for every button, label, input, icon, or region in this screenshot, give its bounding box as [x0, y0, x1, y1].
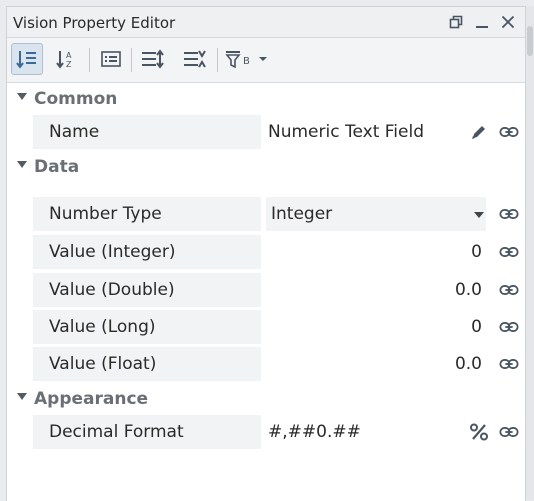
filter-button[interactable]: B: [221, 43, 253, 75]
svg-text:Z: Z: [66, 60, 72, 69]
category-appearance[interactable]: Appearance: [7, 383, 525, 415]
property-name: Decimal Format: [33, 415, 261, 449]
value-float-field[interactable]: 0.0: [266, 347, 486, 381]
decimal-format-field[interactable]: #,##0.##: [266, 415, 486, 449]
percent-icon[interactable]: [469, 423, 489, 441]
sort-az-icon: A Z: [56, 51, 72, 69]
category-label: Data: [34, 157, 80, 177]
sort-category-icon: [16, 51, 36, 69]
property-name: Name: [33, 115, 261, 149]
link-binding-icon[interactable]: [499, 123, 519, 141]
show-description-button[interactable]: [95, 43, 127, 75]
category-data[interactable]: Data: [7, 151, 525, 183]
value-double-field[interactable]: 0.0: [266, 273, 486, 307]
link-binding-icon[interactable]: [499, 281, 519, 299]
property-row-value-double: Value (Double) 0.0: [33, 273, 525, 307]
property-name: Value (Float): [33, 347, 261, 381]
close-icon[interactable]: [499, 13, 517, 31]
category-label: Common: [34, 89, 118, 109]
minimize-icon[interactable]: [473, 13, 491, 31]
category-common[interactable]: Common: [7, 83, 525, 115]
property-row-value-float: Value (Float) 0.0: [33, 347, 525, 381]
property-name: Value (Integer): [33, 235, 261, 269]
vertical-scrollbar[interactable]: [526, 6, 534, 500]
window-title: Vision Property Editor: [13, 14, 176, 32]
collapse-all-button[interactable]: [179, 43, 211, 75]
filter-dropdown-button[interactable]: [253, 43, 273, 75]
svg-text:A: A: [66, 51, 72, 60]
property-row-decimal-format: Decimal Format #,##0.##: [33, 415, 525, 449]
link-binding-icon[interactable]: [499, 423, 519, 441]
property-name: Value (Double): [33, 273, 261, 307]
expand-arrow-icon[interactable]: [17, 161, 27, 168]
property-row-value-integer: Value (Integer) 0: [33, 235, 525, 269]
property-row-number-type: Number Type Integer: [33, 197, 525, 231]
expand-arrow-icon[interactable]: [17, 393, 27, 400]
link-binding-icon[interactable]: [499, 205, 519, 223]
property-name: Number Type: [33, 197, 261, 231]
property-row-name: Name Numeric Text Field: [33, 115, 525, 149]
link-binding-icon[interactable]: [499, 243, 519, 261]
category-label: Appearance: [34, 389, 149, 409]
toolbar-separator: [89, 48, 90, 72]
number-type-dropdown[interactable]: Integer: [266, 197, 486, 231]
link-binding-icon[interactable]: [499, 355, 519, 373]
restore-icon[interactable]: [447, 13, 465, 31]
filter-subscript: B: [243, 56, 250, 67]
pencil-icon[interactable]: [469, 123, 489, 141]
chevron-down-icon: [259, 57, 267, 61]
expand-all-button[interactable]: [137, 43, 169, 75]
collapse-all-icon: [184, 50, 206, 68]
chevron-down-icon[interactable]: [474, 212, 484, 218]
link-binding-icon[interactable]: [499, 318, 519, 336]
expand-arrow-icon[interactable]: [17, 93, 27, 100]
property-editor-panel: Vision Property Editor A Z B Common Name…: [6, 6, 526, 501]
property-row-value-long: Value (Long) 0: [33, 310, 525, 344]
description-icon: [101, 51, 121, 67]
toolbar: A Z B: [7, 38, 525, 83]
dropdown-selected-value: Integer: [271, 204, 333, 224]
title-bar[interactable]: Vision Property Editor: [7, 7, 525, 38]
sort-by-category-button[interactable]: [11, 43, 43, 75]
property-name: Value (Long): [33, 310, 261, 344]
toolbar-separator: [217, 48, 218, 72]
value-long-field[interactable]: 0: [266, 310, 486, 344]
toolbar-separator: [131, 48, 132, 72]
scrollbar-thumb[interactable]: [527, 26, 533, 56]
sort-alphabetical-button[interactable]: A Z: [51, 43, 83, 75]
expand-all-icon: [142, 49, 164, 69]
value-integer-field[interactable]: 0: [266, 235, 486, 269]
name-value-field[interactable]: Numeric Text Field: [266, 115, 486, 149]
